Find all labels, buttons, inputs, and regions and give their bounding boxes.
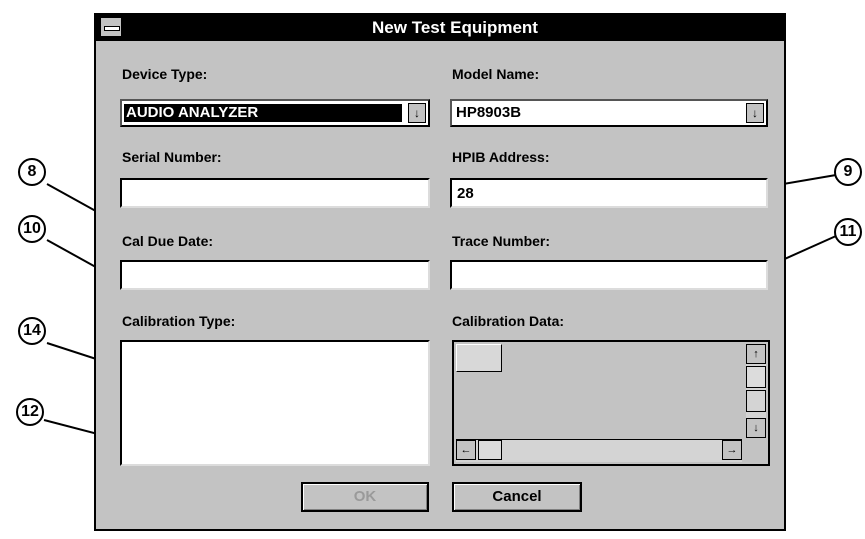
model-name-value: HP8903B (456, 104, 522, 121)
model-name-combobox[interactable]: HP8903B ↓ (450, 99, 768, 127)
system-menu-icon (104, 26, 120, 31)
serial-number-field[interactable] (120, 178, 430, 208)
model-name-label: Model Name: (452, 66, 540, 82)
hpib-address-value: 28 (457, 185, 474, 202)
scroll-down-icon[interactable]: ↓ (746, 418, 766, 438)
callout-11: 11 (834, 218, 862, 246)
hpib-address-field[interactable]: 28 (450, 178, 768, 208)
hpib-address-label: HPIB Address: (452, 149, 550, 165)
calibration-type-label: Calibration Type: (122, 313, 236, 329)
callout-14: 14 (18, 317, 46, 345)
system-menu-button[interactable] (100, 17, 122, 37)
grid-corner-header[interactable] (456, 344, 502, 372)
device-type-combobox[interactable]: AUDIO ANALYZER ↓ (120, 99, 430, 127)
callout-12: 12 (16, 398, 44, 426)
device-type-value: AUDIO ANALYZER (124, 104, 402, 122)
dropdown-arrow-icon[interactable]: ↓ (746, 103, 764, 123)
callout-9: 9 (834, 158, 862, 186)
horizontal-scrollbar[interactable]: ← → (456, 439, 742, 462)
vertical-scroll-thumb[interactable] (746, 366, 766, 388)
scroll-up-icon[interactable]: ↑ (746, 344, 766, 364)
ok-button[interactable]: OK (301, 482, 429, 512)
calibration-data-label: Calibration Data: (452, 313, 565, 329)
calibration-type-listbox[interactable] (120, 340, 430, 466)
serial-number-label: Serial Number: (122, 149, 222, 165)
scroll-left-icon[interactable]: ← (456, 440, 476, 460)
calibration-data-grid[interactable]: ↑ ↓ ← → (452, 340, 770, 466)
dropdown-arrow-icon[interactable]: ↓ (408, 103, 426, 123)
dialog-title: New Test Equipment (372, 18, 538, 37)
trace-number-field[interactable] (450, 260, 768, 290)
callout-10: 10 (18, 215, 46, 243)
scroll-right-icon[interactable]: → (722, 440, 742, 460)
new-test-equipment-dialog: New Test Equipment Device Type: AUDIO AN… (94, 13, 786, 531)
cal-due-date-field[interactable] (120, 260, 430, 290)
callout-8: 8 (18, 158, 46, 186)
horizontal-scroll-thumb[interactable] (478, 440, 502, 460)
vertical-scrollbar[interactable]: ↑ ↓ (746, 344, 766, 438)
cal-due-date-label: Cal Due Date: (122, 233, 214, 249)
vertical-scroll-track-segment[interactable] (746, 390, 766, 412)
title-bar: New Test Equipment (96, 15, 784, 41)
trace-number-label: Trace Number: (452, 233, 551, 249)
cancel-button[interactable]: Cancel (452, 482, 582, 512)
device-type-label: Device Type: (122, 66, 208, 82)
